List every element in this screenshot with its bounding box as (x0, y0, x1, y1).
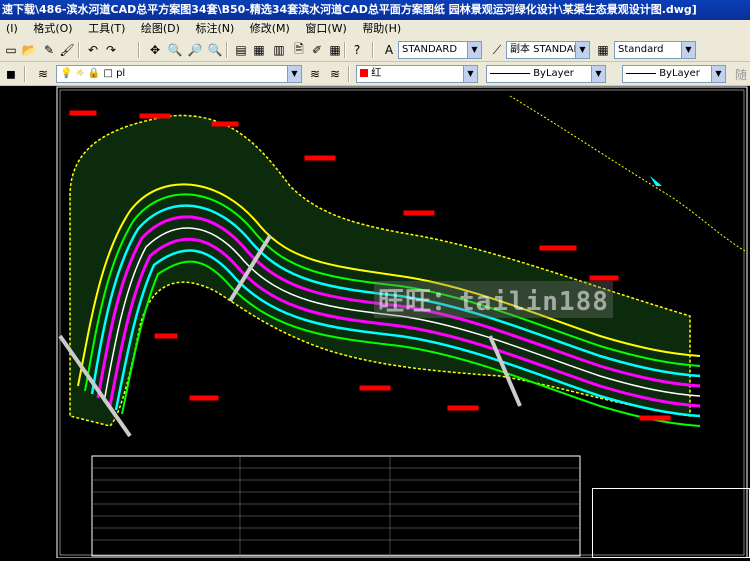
new-file-icon[interactable]: ▭ (2, 41, 20, 59)
drawing-canvas[interactable]: 旺旺：tailin188 (0, 86, 750, 559)
color-select[interactable]: 红 ▼ (356, 65, 478, 83)
zoom-realtime-icon[interactable]: 🔍 (166, 41, 184, 59)
tool-palettes-icon[interactable]: ▥ (270, 41, 288, 59)
pan-icon[interactable]: ✥ (146, 41, 164, 59)
toolbar-separator (348, 66, 350, 82)
red-color-swatch-icon (360, 69, 368, 77)
lineweight-select[interactable]: ByLayer ▼ (622, 65, 726, 83)
toolbar-separator (226, 42, 228, 58)
north-arrow-icon (650, 176, 662, 186)
menu-item-format[interactable]: 格式(O) (27, 20, 78, 38)
text-style-icon[interactable]: A (380, 41, 398, 59)
chevron-down-icon[interactable]: ▼ (591, 66, 605, 82)
table-style-icon[interactable]: ▦ (594, 41, 612, 59)
redo-icon[interactable]: ↷ (102, 41, 120, 59)
chevron-down-icon[interactable]: ▼ (467, 42, 481, 58)
site-boundary-line (509, 95, 746, 252)
menu-item-tools[interactable]: 工具(T) (82, 20, 131, 38)
match-properties-icon[interactable]: 🖌 (58, 41, 76, 59)
chevron-down-icon[interactable]: ▼ (287, 66, 301, 82)
layer-color-swatch-icon: □ (103, 68, 113, 79)
annotation-label (211, 121, 239, 127)
window-title: 速下载\486-滨水河道CAD总平方案图34套\B50-精选34套滨水河道CAD… (2, 3, 697, 16)
layer-select[interactable]: 💡 ☼ 🔒 □ pl ▼ (56, 65, 302, 83)
plot-style-label[interactable]: 随 (732, 65, 750, 83)
menu-item-help[interactable]: 帮助(H) (356, 20, 407, 38)
annotation-label (589, 275, 619, 281)
window-titlebar: 速下载\486-滨水河道CAD总平方案图34套\B50-精选34套滨水河道CAD… (0, 0, 750, 20)
design-center-icon[interactable]: ▦ (250, 41, 268, 59)
annotation-label (304, 155, 336, 161)
menu-item-view[interactable]: (I) (0, 20, 24, 38)
standard-toolbar: ▭ 📂 ✎ 🖌 ↶ ↷ ✥ 🔍 🔎 🔍 ▤ ▦ ▥ 🖹 ✐ ▦ ? A STAN… (0, 38, 750, 62)
linetype-select[interactable]: ByLayer ▼ (486, 65, 606, 83)
annotation-label (359, 385, 391, 391)
layer-manager-icon[interactable]: ≋ (34, 65, 52, 83)
layer-previous-icon[interactable]: ≋ (326, 65, 344, 83)
help-icon[interactable]: ? (348, 41, 366, 59)
properties-icon[interactable]: ▤ (232, 41, 250, 59)
layer-freeze-icon: ☼ (75, 68, 85, 79)
layer-lock-icon: 🔒 (87, 68, 101, 79)
annotation-label (639, 415, 671, 421)
drawing-title-block (592, 488, 750, 558)
annotation-label (189, 395, 219, 401)
toolbar-separator (24, 66, 26, 82)
legend-table-grid (92, 456, 580, 556)
pencil-icon[interactable]: ✎ (40, 41, 58, 59)
menu-item-dimension[interactable]: 标注(N) (189, 20, 240, 38)
toolbar-separator (344, 42, 346, 58)
toolbar-separator (138, 42, 140, 58)
line-sample (490, 72, 530, 74)
chevron-down-icon[interactable]: ▼ (463, 66, 477, 82)
chevron-down-icon[interactable]: ▼ (711, 66, 725, 82)
menu-item-window[interactable]: 窗口(W) (299, 20, 352, 38)
menu-item-draw[interactable]: 绘图(D) (135, 20, 186, 38)
sheet-set-icon[interactable]: 🖹 (290, 41, 308, 59)
zoom-window-icon[interactable]: 🔎 (186, 41, 204, 59)
layer-state-icon[interactable]: ◼ (2, 65, 20, 83)
dim-style-icon[interactable]: ⟋ (488, 41, 506, 59)
annotation-label (154, 333, 178, 339)
undo-icon[interactable]: ↶ (84, 41, 102, 59)
toolbar-separator (78, 42, 80, 58)
toolbar-separator (372, 42, 374, 58)
annotation-label (403, 210, 435, 216)
zoom-previous-icon[interactable]: 🔍 (206, 41, 224, 59)
chevron-down-icon[interactable]: ▼ (681, 42, 695, 58)
chevron-down-icon[interactable]: ▼ (575, 42, 589, 58)
line-sample (626, 72, 656, 74)
layer-on-icon: 💡 (60, 68, 73, 79)
annotation-label (447, 405, 479, 411)
watermark-text: 旺旺：tailin188 (374, 281, 613, 318)
text-style-select[interactable]: STANDARD ▼ (398, 41, 482, 59)
calculator-icon[interactable]: ▦ (326, 41, 344, 59)
open-folder-icon[interactable]: 📂 (20, 41, 38, 59)
table-style-select[interactable]: Standard ▼ (614, 41, 696, 59)
make-layer-current-icon[interactable]: ≋ (306, 65, 324, 83)
menu-item-modify[interactable]: 修改(M) (244, 20, 296, 38)
markup-icon[interactable]: ✐ (308, 41, 326, 59)
annotation-label (539, 245, 577, 251)
dim-style-select[interactable]: 副本 STANDARI ▼ (506, 41, 590, 59)
annotation-label (69, 110, 97, 116)
layers-toolbar: ◼ ≋ 💡 ☼ 🔒 □ pl ▼ ≋ ≋ 红 ▼ ByLayer ▼ ByLayer ▼… (0, 62, 750, 86)
annotation-label (139, 113, 171, 119)
menu-bar: (I) 格式(O) 工具(T) 绘图(D) 标注(N) 修改(M) 窗口(W) … (0, 20, 750, 38)
plant-legend-table (91, 455, 581, 557)
